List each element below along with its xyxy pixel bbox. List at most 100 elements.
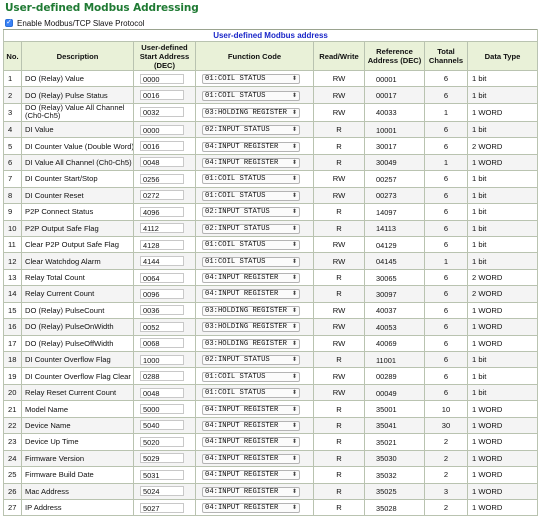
start-address-input[interactable]: 0256 [140, 173, 184, 184]
page-title: User-defined Modbus Addressing [5, 2, 199, 14]
start-address-cell: 4112 [133, 219, 196, 237]
row-number: 18 [3, 350, 22, 369]
start-address-input[interactable]: 5031 [140, 469, 184, 480]
reference-address-cell: 30097 [364, 285, 425, 303]
total-channels-cell: 3 [424, 482, 468, 500]
read-write-cell: R [313, 482, 365, 500]
function-code-select[interactable]: 01:COIL STATUS ⬍ [202, 371, 300, 382]
read-write-cell: RW [313, 170, 365, 188]
enable-modbus-row[interactable]: ✓ Enable Modbus/TCP Slave Protocol [5, 17, 144, 29]
row-description: Model Name [21, 400, 134, 418]
chevron-updown-icon: ⬍ [291, 126, 297, 134]
function-code-select[interactable]: 03:HOLDING REGISTER ⬍ [202, 322, 300, 333]
reference-address-cell: 00017 [364, 86, 425, 104]
start-address-cell: 0272 [133, 186, 196, 205]
function-code-select[interactable]: 01:COIL STATUS ⬍ [202, 240, 300, 251]
start-address-input[interactable]: 5029 [140, 453, 184, 464]
function-code-select[interactable]: 03:HOLDING REGISTER ⬍ [202, 107, 300, 118]
function-code-select[interactable]: 02:INPUT STATUS ⬍ [202, 207, 300, 218]
function-code-select[interactable]: 01:COIL STATUS ⬍ [202, 174, 300, 185]
function-code-cell: 03:HOLDING REGISTER ⬍ [195, 334, 314, 353]
reference-address-value: 35028 [376, 503, 397, 513]
start-address-input[interactable]: 4096 [140, 206, 184, 217]
reference-address-value: 40069 [376, 339, 397, 349]
total-channels-cell: 6 [424, 334, 468, 353]
read-write-cell: R [313, 416, 365, 435]
function-code-select[interactable]: 01:COIL STATUS ⬍ [202, 388, 300, 399]
start-address-cell: 0016 [133, 86, 196, 104]
start-address-input[interactable]: 1000 [140, 354, 184, 365]
function-code-select[interactable]: 04:INPUT REGISTER ⬍ [202, 404, 300, 415]
function-code-cell: 01:COIL STATUS ⬍ [195, 170, 314, 188]
row-number: 27 [3, 498, 22, 516]
function-code-select[interactable]: 01:COIL STATUS ⬍ [202, 190, 300, 201]
start-address-input[interactable]: 5020 [140, 436, 184, 447]
table-body: 1 DO (Relay) Value 0000 01:COIL STATUS ⬍ RW 00… [3, 69, 539, 516]
function-code-select[interactable]: 04:INPUT REGISTER ⬍ [202, 437, 300, 448]
function-code-select[interactable]: 03:HOLDING REGISTER ⬍ [202, 305, 300, 316]
data-type-cell: 2 WORD [466, 137, 539, 155]
start-address-input[interactable]: 0068 [140, 338, 184, 349]
function-code-select[interactable]: 04:INPUT REGISTER ⬍ [202, 470, 300, 481]
read-write-cell: RW [313, 86, 365, 104]
table-row: 9 P2P Connect Status 4096 02:INPUT STATUS ⬍ R… [3, 203, 539, 221]
enable-modbus-checkbox[interactable]: ✓ [5, 19, 13, 27]
start-address-input[interactable]: 0048 [140, 157, 184, 168]
function-code-cell: 02:INPUT STATUS ⬍ [195, 120, 314, 139]
table-row: 4 DI Value 0000 02:INPUT STATUS ⬍ R 10001 6 1 bi… [3, 120, 539, 139]
reference-address-cell: 35028 [364, 498, 425, 516]
function-code-select[interactable]: 04:INPUT REGISTER ⬍ [202, 273, 300, 284]
reference-address-cell: 40069 [364, 334, 425, 353]
start-address-input[interactable]: 5024 [140, 486, 184, 497]
start-address-input[interactable]: 5000 [140, 404, 184, 415]
function-code-select[interactable]: 02:INPUT STATUS ⬍ [202, 125, 300, 136]
function-code-select[interactable]: 03:HOLDING REGISTER ⬍ [202, 338, 300, 349]
start-address-input[interactable]: 4112 [140, 223, 184, 234]
function-code-select[interactable]: 04:INPUT REGISTER ⬍ [202, 453, 300, 464]
reference-address-value: 14113 [376, 224, 397, 234]
function-code-select[interactable]: 04:INPUT REGISTER ⬍ [202, 420, 300, 431]
start-address-input[interactable]: 0016 [140, 90, 184, 101]
function-code-select[interactable]: 04:INPUT REGISTER ⬍ [202, 141, 300, 152]
start-address-input[interactable]: 4144 [140, 256, 184, 267]
total-channels-cell: 6 [424, 367, 468, 385]
function-code-value: 01:COIL STATUS [205, 75, 266, 84]
start-address-input[interactable]: 4128 [140, 239, 184, 250]
table-header-row: No. Description User-defined Start Addre… [3, 41, 539, 71]
start-address-input[interactable]: 0032 [140, 107, 184, 118]
data-type-cell: 1 WORD [466, 482, 539, 500]
start-address-input[interactable]: 0096 [140, 288, 184, 299]
start-address-input[interactable]: 0048 [140, 387, 184, 398]
function-code-cell: 02:INPUT STATUS ⬍ [195, 219, 314, 237]
function-code-cell: 04:INPUT REGISTER ⬍ [195, 416, 314, 435]
function-code-value: 04:INPUT REGISTER [205, 421, 279, 430]
read-write-cell: RW [313, 318, 365, 336]
reference-address-cell: 35001 [364, 400, 425, 418]
function-code-select[interactable]: 01:COIL STATUS ⬍ [202, 256, 300, 267]
function-code-select[interactable]: 04:INPUT REGISTER ⬍ [202, 289, 300, 300]
start-address-cell: 4128 [133, 235, 196, 254]
start-address-input[interactable]: 0288 [140, 371, 184, 382]
function-code-select[interactable]: 04:INPUT REGISTER ⬍ [202, 486, 300, 497]
function-code-select[interactable]: 01:COIL STATUS ⬍ [202, 74, 300, 85]
function-code-select[interactable]: 02:INPUT STATUS ⬍ [202, 355, 300, 366]
start-address-input[interactable]: 5040 [140, 420, 184, 431]
start-address-input[interactable]: 0000 [140, 124, 184, 135]
function-code-select[interactable]: 04:INPUT REGISTER ⬍ [202, 157, 300, 168]
chevron-updown-icon: ⬍ [291, 158, 297, 166]
reference-address-value: 30049 [376, 158, 397, 168]
function-code-select[interactable]: 01:COIL STATUS ⬍ [202, 90, 300, 101]
start-address-input[interactable]: 0000 [140, 73, 184, 84]
read-write-cell: RW [313, 102, 365, 122]
function-code-select[interactable]: 04:INPUT REGISTER ⬍ [202, 503, 300, 514]
reference-address-cell: 00049 [364, 383, 425, 402]
start-address-input[interactable]: 0052 [140, 321, 184, 332]
modbus-table-container: User-defined Modbus address No. Descript… [2, 29, 539, 516]
start-address-input[interactable]: 0064 [140, 272, 184, 283]
start-address-input[interactable]: 0016 [140, 141, 184, 152]
function-code-select[interactable]: 02:INPUT STATUS ⬍ [202, 223, 300, 234]
chevron-updown-icon: ⬍ [291, 306, 297, 314]
start-address-input[interactable]: 0272 [140, 190, 184, 201]
start-address-input[interactable]: 0036 [140, 305, 184, 316]
start-address-input[interactable]: 5027 [140, 502, 184, 513]
